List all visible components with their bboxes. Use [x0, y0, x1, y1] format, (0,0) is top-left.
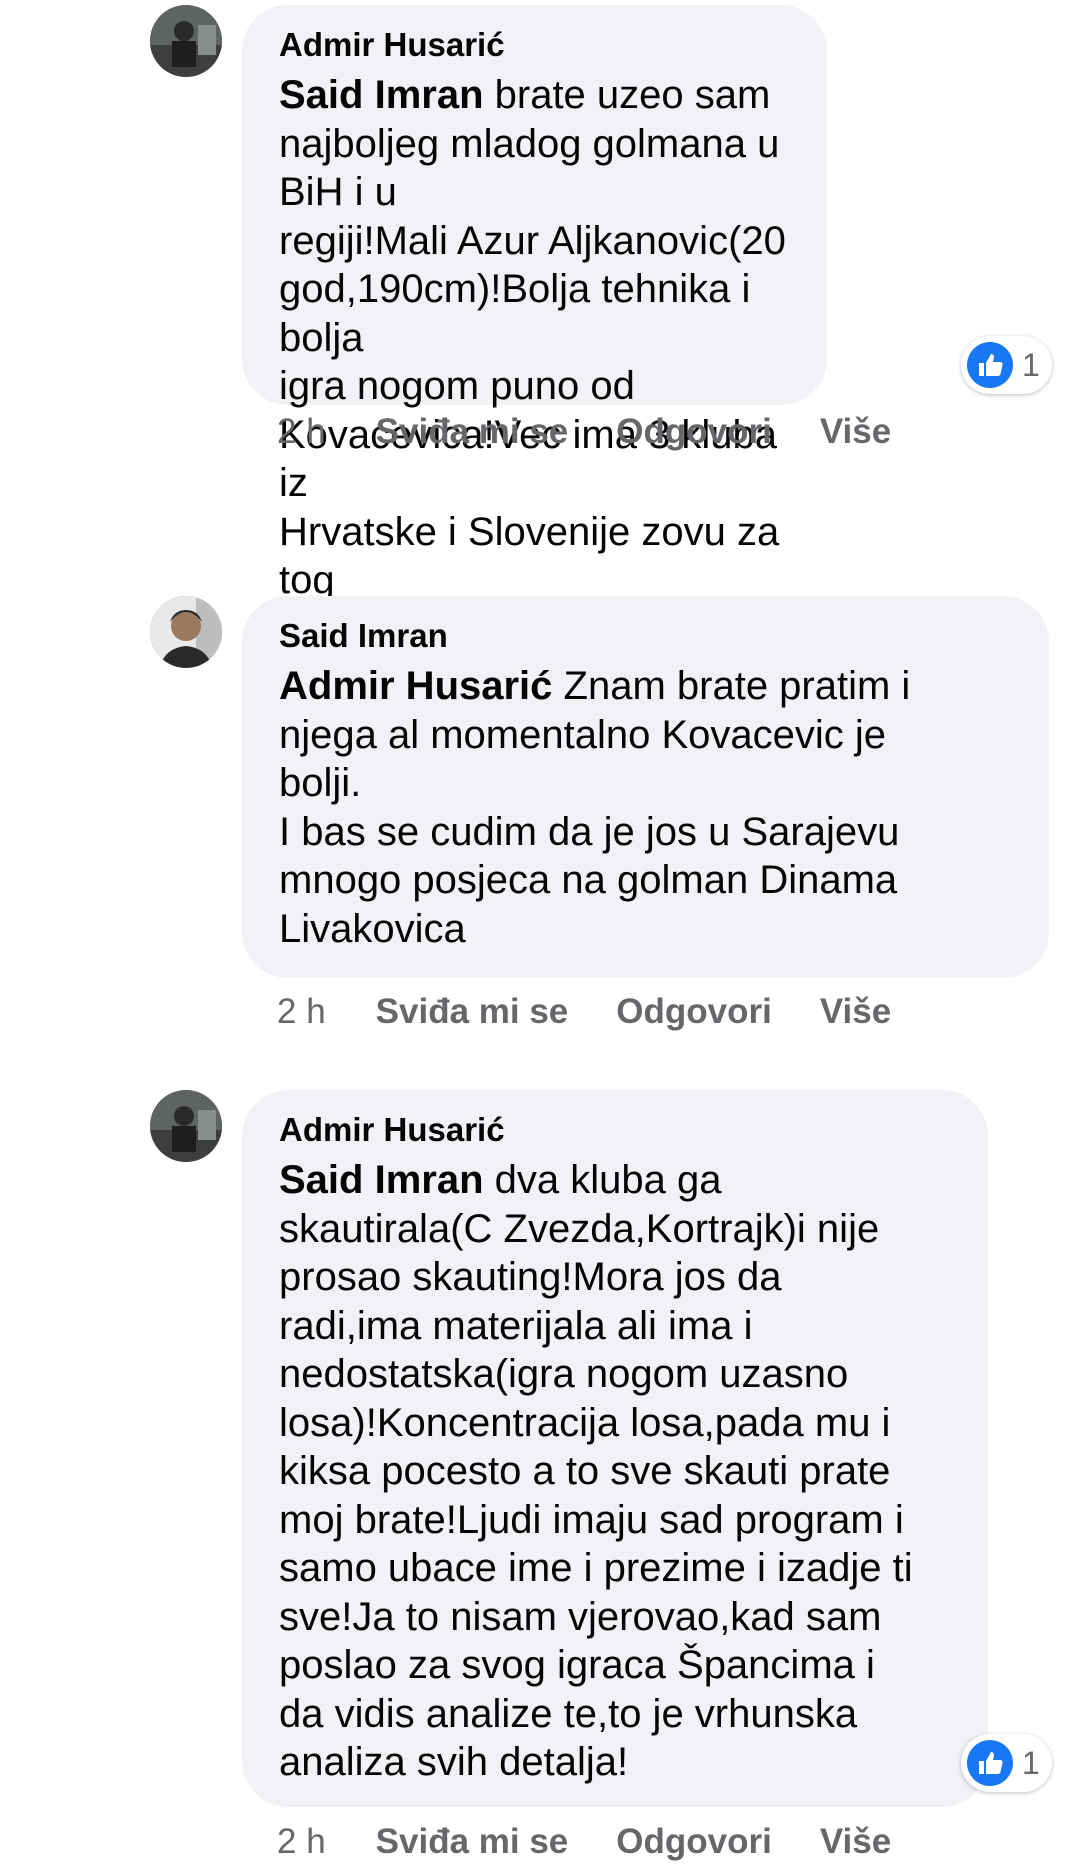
like-icon [967, 342, 1013, 388]
more-button[interactable]: Više [820, 992, 891, 1032]
comment-bubble: Said Imran Admir Husarić Znam brate prat… [242, 596, 1049, 978]
mention-link[interactable]: Admir Husarić [279, 664, 552, 708]
like-icon [967, 1740, 1013, 1786]
reaction-badge[interactable]: 1 [961, 336, 1052, 394]
reply-button[interactable]: Odgovori [616, 992, 772, 1032]
like-button[interactable]: Sviđa mi se [376, 1822, 569, 1862]
comment-actions: 2 h Sviđa mi se Odgovori Više [277, 412, 939, 452]
comment-text: Admir Husarić Znam brate pratim i njega … [279, 662, 1013, 953]
comment-actions: 2 h Sviđa mi se Odgovori Više [277, 992, 939, 1032]
comment-timestamp[interactable]: 2 h [277, 992, 326, 1032]
avatar[interactable] [150, 5, 222, 77]
comment-author[interactable]: Said Imran [279, 616, 1013, 656]
comment-body: dva kluba ga skautirala(C Zvezda,Kortraj… [279, 1158, 913, 1784]
reply-button[interactable]: Odgovori [616, 1822, 772, 1862]
more-button[interactable]: Više [820, 412, 891, 452]
comment-timestamp[interactable]: 2 h [277, 1822, 326, 1862]
like-button[interactable]: Sviđa mi se [376, 992, 569, 1032]
comment-author[interactable]: Admir Husarić [279, 25, 791, 65]
comment-actions: 2 h Sviđa mi se Odgovori Više [277, 1822, 939, 1862]
reaction-count: 1 [1022, 346, 1040, 383]
more-button[interactable]: Više [820, 1822, 891, 1862]
avatar[interactable] [150, 596, 222, 668]
comment-author[interactable]: Admir Husarić [279, 1110, 952, 1150]
comment-text: Said Imran dva kluba ga skautirala(C Zve… [279, 1156, 952, 1787]
reaction-badge[interactable]: 1 [961, 1734, 1052, 1792]
comment-bubble: Admir Husarić Said Imran dva kluba ga sk… [242, 1090, 988, 1807]
avatar[interactable] [150, 1090, 222, 1162]
comment-bubble: Admir Husarić Said Imran brate uzeo sam … [242, 5, 827, 694]
like-button[interactable]: Sviđa mi se [376, 412, 569, 452]
reaction-count: 1 [1022, 1744, 1040, 1781]
comment-timestamp[interactable]: 2 h [277, 412, 326, 452]
reply-button[interactable]: Odgovori [616, 412, 772, 452]
comment-body: brate uzeo sam najboljeg mladog golmana … [279, 73, 786, 651]
mention-link[interactable]: Said Imran [279, 73, 484, 117]
mention-link[interactable]: Said Imran [279, 1158, 484, 1202]
